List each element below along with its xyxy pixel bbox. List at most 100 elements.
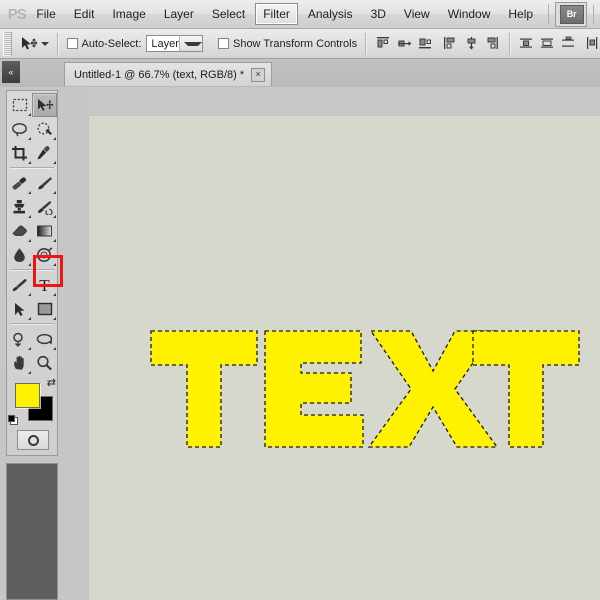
auto-select-scope-dropdown[interactable]: Layer [146, 35, 203, 52]
flyout-indicator-icon [28, 371, 31, 374]
menu-filter[interactable]: Filter [255, 3, 298, 25]
menu-edit[interactable]: Edit [66, 3, 103, 25]
three-d-orbit-tool[interactable] [32, 327, 57, 351]
flyout-indicator-icon [28, 293, 31, 296]
photoshop-window: PS File Edit Image Layer Select Filter A… [0, 0, 600, 600]
tool-row-4 [7, 171, 57, 195]
history-brush-tool[interactable] [32, 195, 57, 219]
horizontal-type-tool[interactable]: T [32, 273, 57, 297]
flyout-indicator-icon [53, 347, 56, 350]
options-divider-3 [508, 32, 511, 55]
flyout-indicator-icon [28, 317, 31, 320]
tool-row-9 [7, 297, 57, 321]
menu-layer[interactable]: Layer [156, 3, 202, 25]
flyout-indicator-icon [28, 161, 31, 164]
quick-mask-button[interactable] [17, 430, 49, 450]
horizontal-type-tool-label: T [39, 275, 50, 295]
flyout-indicator-icon [53, 215, 56, 218]
menu-bar: PS File Edit Image Layer Select Filter A… [0, 0, 600, 29]
chevron-down-icon[interactable] [178, 36, 202, 51]
tool-row-8: T [7, 273, 57, 297]
align-right-edges-icon[interactable] [417, 36, 433, 52]
rectangular-marquee-tool[interactable] [7, 93, 32, 117]
distribute-top-edges-icon[interactable] [519, 36, 535, 52]
tool-preset-chevron-down-icon[interactable] [40, 41, 49, 46]
menu-view[interactable]: View [396, 3, 438, 25]
flyout-indicator-icon [28, 191, 31, 194]
menu-select[interactable]: Select [204, 3, 253, 25]
auto-select-checkbox[interactable] [66, 38, 78, 49]
current-tool-preset[interactable] [20, 36, 49, 52]
menu-analysis[interactable]: Analysis [300, 3, 361, 25]
hand-tool[interactable] [7, 351, 32, 375]
options-bar: Auto-Select: Layer Show Transform Contro… [0, 29, 600, 59]
align-horizontal-centers-icon[interactable] [396, 36, 412, 52]
options-bar-grip[interactable] [3, 31, 12, 56]
align-vertical-group [443, 36, 501, 52]
quick-selection-tool[interactable] [32, 117, 57, 141]
show-transform-controls-checkbox[interactable] [218, 38, 229, 49]
launch-bridge-button[interactable]: Br [559, 4, 584, 24]
gradient-tool[interactable] [32, 219, 57, 243]
tool-row-1 [7, 93, 57, 117]
brush-tool[interactable] [32, 171, 57, 195]
swap-colors-icon[interactable]: ⇄ [47, 378, 56, 389]
align-top-edges-icon[interactable] [443, 36, 459, 52]
spot-healing-brush-tool[interactable] [7, 171, 32, 195]
move-tool-icon [20, 36, 38, 52]
dodge-tool[interactable] [32, 243, 57, 267]
flyout-indicator-icon [53, 191, 56, 194]
menubar-right-stub [592, 4, 600, 24]
photoshop-logo: PS [7, 5, 27, 23]
menu-help[interactable]: Help [500, 3, 541, 25]
flyout-indicator-icon [53, 239, 56, 242]
rotate-view-tool[interactable] [7, 327, 32, 351]
blur-tool[interactable] [7, 243, 32, 267]
zoom-tool[interactable] [32, 351, 57, 375]
tool-row-6 [7, 219, 57, 243]
distribute-bottom-edges-icon[interactable] [561, 36, 577, 52]
quick-mask-row [7, 430, 59, 452]
tools-panel: T ⇄ [6, 90, 58, 456]
move-tool[interactable] [32, 93, 57, 117]
menu-window[interactable]: Window [440, 3, 499, 25]
default-colors-icon[interactable] [8, 415, 19, 426]
menu-image[interactable]: Image [104, 3, 153, 25]
close-icon[interactable]: × [251, 67, 266, 82]
collapse-panels-button[interactable]: « [2, 61, 20, 83]
flyout-indicator-icon [53, 293, 56, 296]
align-vertical-centers-icon[interactable] [464, 36, 480, 52]
path-selection-tool[interactable] [7, 297, 32, 321]
tool-row-7 [7, 243, 57, 267]
menu-file[interactable]: File [28, 3, 63, 25]
rectangle-tool[interactable] [32, 297, 57, 321]
flyout-indicator-icon [28, 263, 31, 266]
align-bottom-edges-icon[interactable] [485, 36, 501, 52]
distribute-group [519, 36, 577, 52]
foreground-color-swatch[interactable] [15, 383, 40, 408]
quick-mask-icon [27, 434, 39, 446]
document-tab-untitled-1[interactable]: Untitled-1 @ 66.7% (text, RGB/8) * × [64, 62, 273, 86]
canvas-area[interactable] [88, 115, 600, 600]
menu-3d[interactable]: 3D [363, 3, 394, 25]
align-left-edges-icon[interactable] [375, 36, 391, 52]
flyout-indicator-icon [53, 137, 56, 140]
tool-row-11 [7, 351, 57, 375]
eyedropper-tool[interactable] [32, 141, 57, 165]
flyout-indicator-icon [28, 113, 31, 116]
flyout-indicator-icon [53, 317, 56, 320]
crop-tool[interactable] [7, 141, 32, 165]
color-swatches: ⇄ [7, 378, 59, 428]
bridge-button-group: Br [554, 1, 587, 27]
auto-select-label: Auto-Select: [81, 37, 142, 50]
align-horizontal-group [375, 36, 433, 52]
pen-tool[interactable] [7, 273, 32, 297]
flyout-indicator-icon [53, 263, 56, 266]
lasso-tool[interactable] [7, 117, 32, 141]
document-tab-bar: « Untitled-1 @ 66.7% (text, RGB/8) * × [0, 59, 600, 87]
distribute-vertical-centers-icon[interactable] [540, 36, 556, 52]
eraser-tool[interactable] [7, 219, 32, 243]
distribute-left-edges-icon[interactable] [585, 36, 600, 52]
clone-stamp-tool[interactable] [7, 195, 32, 219]
tool-divider-3 [10, 323, 54, 325]
